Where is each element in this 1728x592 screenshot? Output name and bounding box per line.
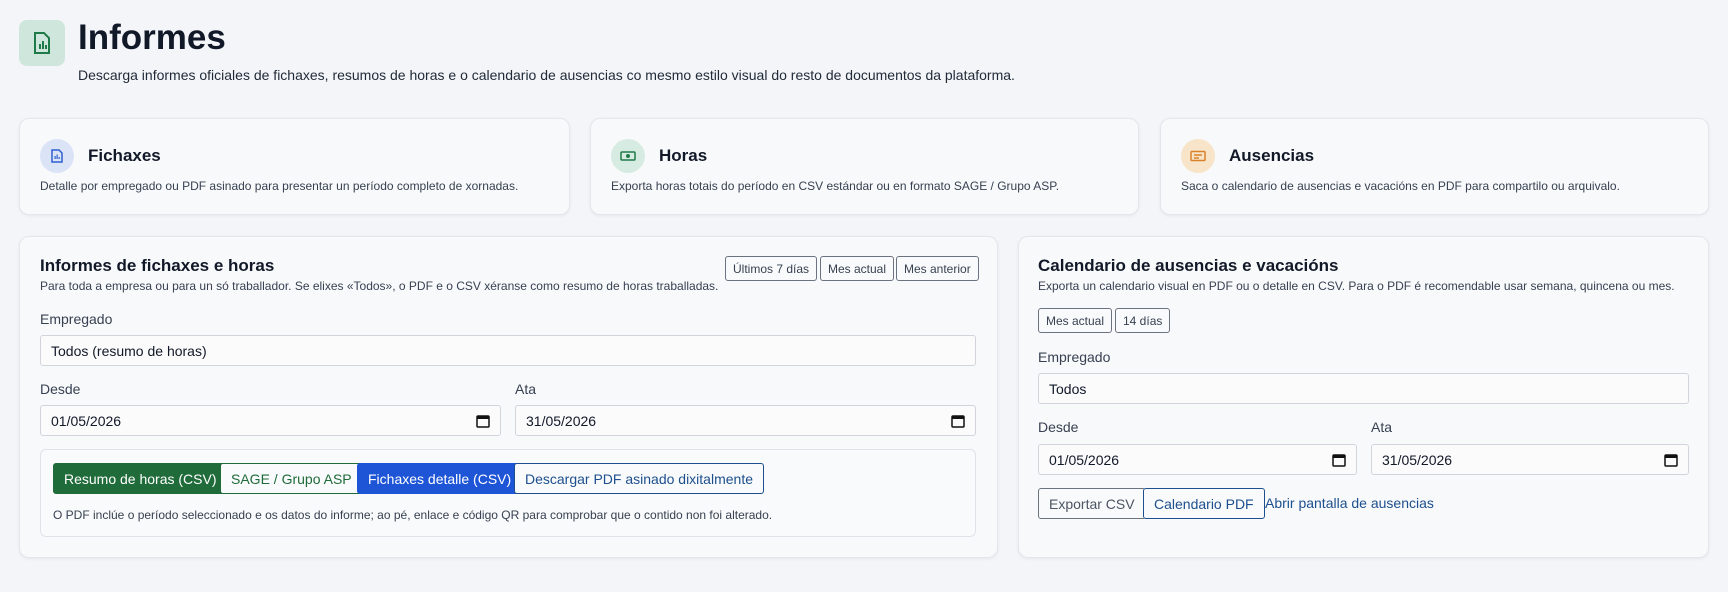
card-fichaxes: Fichaxes Detalle por empregado ou PDF as…	[19, 118, 570, 215]
export-csv-button[interactable]: Exportar CSV	[1038, 488, 1146, 519]
calendar-icon[interactable]	[1664, 453, 1678, 467]
page-subtitle: Descarga informes oficiales de fichaxes,…	[78, 67, 1015, 83]
pdf-note: O PDF inclúe o período seleccionado e os…	[53, 508, 773, 522]
card-ausencias: Ausencias Saca o calendario de ausencias…	[1160, 118, 1709, 215]
card-title: Horas	[659, 146, 708, 165]
sage-button[interactable]: SAGE / Grupo ASP	[220, 463, 363, 494]
calendar-icon[interactable]	[951, 414, 965, 428]
card-description: Detalle por empregado ou PDF asinado par…	[40, 179, 519, 193]
absence-from-date-value: 01/05/2026	[1049, 451, 1120, 468]
calendar-icon[interactable]	[476, 414, 490, 428]
calendar-pdf-button[interactable]: Calendario PDF	[1143, 488, 1265, 519]
card-horas: Horas Exporta horas totais do período en…	[590, 118, 1139, 215]
hours-panel-description: Para toda a empresa ou para un só trabal…	[40, 279, 719, 293]
absence-panel-description: Exporta un calendario visual en PDF ou o…	[1038, 279, 1675, 293]
chip-last-7-days[interactable]: Últimos 7 días	[725, 256, 818, 281]
employee-label: Empregado	[1038, 349, 1111, 365]
employee-select-value: Todos (resumo de horas)	[51, 342, 207, 359]
to-label: Ata	[1371, 419, 1393, 435]
calendar-icon[interactable]	[1332, 453, 1346, 467]
employee-select[interactable]: Todos (resumo de horas)	[40, 335, 976, 366]
from-date-input[interactable]: 01/05/2026	[40, 405, 501, 436]
report-chart-icon	[19, 20, 65, 66]
page-header	[19, 20, 65, 66]
card-title: Ausencias	[1229, 146, 1315, 165]
to-date-value: 31/05/2026	[526, 412, 597, 429]
card-title: Fichaxes	[88, 146, 161, 165]
card-description: Exporta horas totais do período en CSV e…	[611, 179, 1060, 193]
chip-previous-month[interactable]: Mes anterior	[896, 256, 979, 281]
to-date-input[interactable]: 31/05/2026	[515, 405, 976, 436]
absence-employee-select[interactable]: Todos	[1038, 373, 1689, 404]
absence-panel-title: Calendario de ausencias e vacacións	[1038, 256, 1339, 275]
absence-from-date-input[interactable]: 01/05/2026	[1038, 444, 1357, 475]
card-description: Saca o calendario de ausencias e vacació…	[1181, 179, 1620, 193]
detail-csv-button[interactable]: Fichaxes detalle (CSV)	[357, 463, 523, 494]
open-absences-link[interactable]: Abrir pantalla de ausencias	[1265, 495, 1434, 511]
chip-current-month[interactable]: Mes actual	[820, 256, 895, 281]
summary-csv-button[interactable]: Resumo de horas (CSV)	[53, 463, 228, 494]
signed-pdf-button[interactable]: Descargar PDF asinado dixitalmente	[514, 463, 764, 494]
absence-employee-value: Todos	[1049, 380, 1087, 397]
chip-14-days[interactable]: 14 días	[1115, 308, 1171, 333]
absence-to-date-input[interactable]: 31/05/2026	[1371, 444, 1689, 475]
chip-current-month[interactable]: Mes actual	[1038, 308, 1113, 333]
document-icon	[40, 139, 74, 173]
absence-to-date-value: 31/05/2026	[1382, 451, 1453, 468]
employee-label: Empregado	[40, 311, 113, 327]
id-card-icon	[1181, 139, 1215, 173]
from-label: Desde	[1038, 419, 1079, 435]
to-label: Ata	[515, 381, 537, 397]
cash-icon	[611, 139, 645, 173]
page-title: Informes	[78, 18, 226, 57]
from-label: Desde	[40, 381, 81, 397]
hours-panel-title: Informes de fichaxes e horas	[40, 256, 275, 275]
from-date-value: 01/05/2026	[51, 412, 122, 429]
